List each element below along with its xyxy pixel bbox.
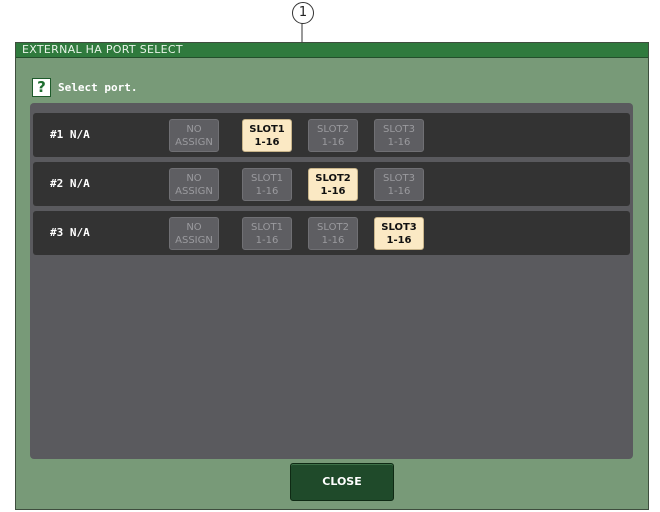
port-row-2: #2 N/A NO ASSIGN SLOT1 1-16 SLOT2 1-16 SLOT… bbox=[33, 162, 630, 206]
port-row-1: #1 N/A NO ASSIGN SLOT1 1-16 SLOT2 1-16 SLOT… bbox=[33, 113, 630, 157]
port-row-label: #2 N/A bbox=[50, 177, 90, 190]
slot1-button[interactable]: SLOT1 1-16 bbox=[242, 217, 292, 250]
port-row-label: #3 N/A bbox=[50, 226, 90, 239]
slot1-button[interactable]: SLOT1 1-16 bbox=[242, 119, 292, 152]
slot2-button[interactable]: SLOT2 1-16 bbox=[308, 119, 358, 152]
no-assign-button[interactable]: NO ASSIGN bbox=[169, 217, 219, 250]
slot2-button[interactable]: SLOT2 1-16 bbox=[308, 168, 358, 201]
no-assign-button[interactable]: NO ASSIGN bbox=[169, 168, 219, 201]
slot1-button[interactable]: SLOT1 1-16 bbox=[242, 168, 292, 201]
slot2-button[interactable]: SLOT2 1-16 bbox=[308, 217, 358, 250]
port-list-panel: #1 N/A NO ASSIGN SLOT1 1-16 SLOT2 1-16 SLOT… bbox=[30, 103, 633, 459]
slot3-button[interactable]: SLOT3 1-16 bbox=[374, 168, 424, 201]
close-button[interactable]: CLOSE bbox=[290, 463, 394, 501]
callout-number: 1 bbox=[292, 2, 314, 24]
slot3-button[interactable]: SLOT3 1-16 bbox=[374, 217, 424, 250]
instruction-row: ? Select port. bbox=[32, 77, 137, 97]
dialog-title: EXTERNAL HA PORT SELECT bbox=[16, 43, 648, 58]
no-assign-button[interactable]: NO ASSIGN bbox=[169, 119, 219, 152]
port-row-label: #1 N/A bbox=[50, 128, 90, 141]
slot3-button[interactable]: SLOT3 1-16 bbox=[374, 119, 424, 152]
external-ha-port-select-dialog: EXTERNAL HA PORT SELECT ? Select port. #… bbox=[15, 42, 649, 510]
port-row-3: #3 N/A NO ASSIGN SLOT1 1-16 SLOT2 1-16 SLOT… bbox=[33, 211, 630, 255]
instruction-text: Select port. bbox=[58, 80, 138, 94]
help-icon[interactable]: ? bbox=[32, 77, 51, 97]
